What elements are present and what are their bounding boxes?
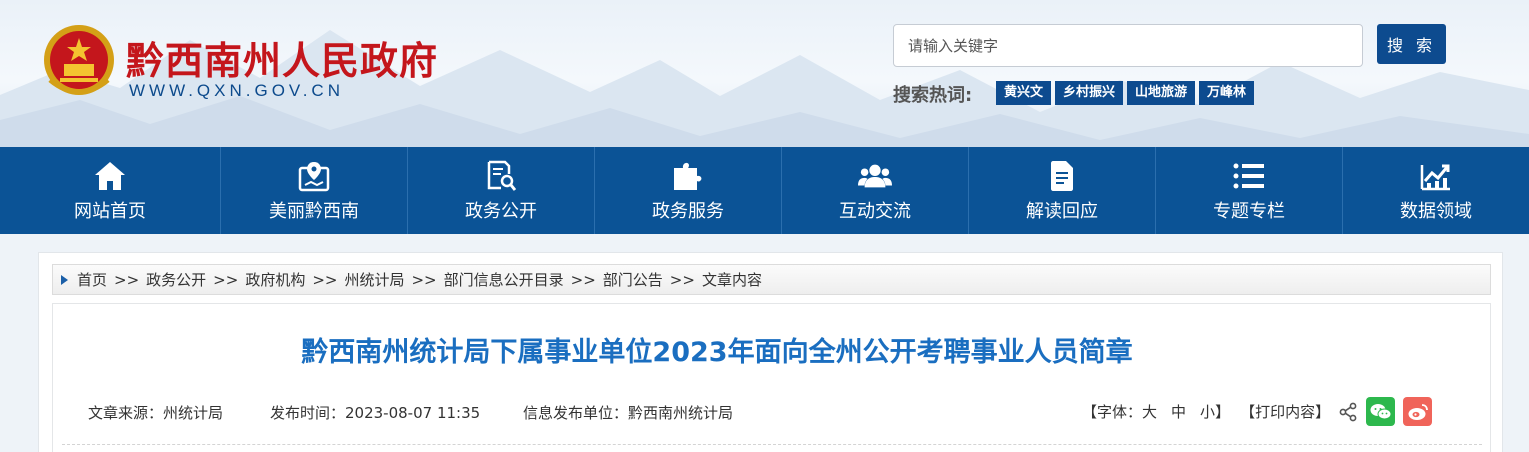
nav-label: 数据领域 xyxy=(1400,200,1472,222)
breadcrumb-link[interactable]: 政府机构 xyxy=(245,269,305,290)
breadcrumb-separator: >> xyxy=(411,270,437,289)
breadcrumb-separator: >> xyxy=(312,270,338,289)
nav-label: 网站首页 xyxy=(74,200,146,222)
home-icon xyxy=(93,159,127,193)
hot-words-label: 搜索热词: xyxy=(893,85,973,106)
nav-item-interpretation[interactable]: 解读回应 xyxy=(969,147,1156,234)
list-icon xyxy=(1232,159,1266,193)
nav-label: 互动交流 xyxy=(839,200,911,222)
font-size-label: 【字体： xyxy=(1082,403,1143,421)
breadcrumb-link[interactable]: 首页 xyxy=(77,269,107,290)
breadcrumb: 首页 >> 政务公开 >> 政府机构 >> 州统计局 >> 部门信息公开目录 >… xyxy=(52,264,1491,295)
site-url: WWW.QXN.GOV.CN xyxy=(129,81,344,100)
breadcrumb-link[interactable]: 州统计局 xyxy=(344,269,404,290)
nav-item-home[interactable]: 网站首页 xyxy=(0,147,221,234)
nav-label: 美丽黔西南 xyxy=(269,200,359,222)
print-button[interactable]: 【打印内容】 xyxy=(1240,401,1330,422)
breadcrumb-current[interactable]: 文章内容 xyxy=(702,269,762,290)
breadcrumb-link[interactable]: 部门公告 xyxy=(603,269,663,290)
nav-label: 政务服务 xyxy=(652,200,724,222)
hot-word-tag[interactable]: 山地旅游 xyxy=(1127,81,1196,105)
meta-divider xyxy=(62,444,1482,445)
font-size-small[interactable]: 小 xyxy=(1200,401,1215,422)
article-tools: 【字体： 大 中 小 】 【打印内容】 xyxy=(1082,397,1433,426)
site-header: 黔西南州人民政府 WWW.QXN.GOV.CN 搜 索 搜索热词: 黄兴文 乡村… xyxy=(0,0,1529,147)
nav-label: 解读回应 xyxy=(1026,200,1098,222)
puzzle-icon xyxy=(671,159,705,193)
nav-item-gov-service[interactable]: 政务服务 xyxy=(595,147,782,234)
search-input[interactable] xyxy=(893,24,1363,67)
nav-item-special-topics[interactable]: 专题专栏 xyxy=(1156,147,1343,234)
nav-item-beautiful-qxn[interactable]: 美丽黔西南 xyxy=(221,147,408,234)
nav-label: 专题专栏 xyxy=(1213,200,1285,222)
search-button[interactable]: 搜 索 xyxy=(1377,24,1446,64)
main-nav: 网站首页 美丽黔西南 政务公开 政务服务 互动交流 解读回应 专题专栏 数据领域 xyxy=(0,147,1529,234)
hot-word-tag[interactable]: 万峰林 xyxy=(1199,81,1255,105)
article-publish-time: 发布时间：2023-08-07 11:35 xyxy=(270,404,481,422)
article-title: 黔西南州统计局下属事业单位2023年面向全州公开考聘事业人员简章 xyxy=(301,337,1133,368)
site-name[interactable]: 黔西南州人民政府 xyxy=(126,30,438,85)
weibo-icon[interactable] xyxy=(1403,397,1433,426)
nav-item-data[interactable]: 数据领域 xyxy=(1343,147,1529,234)
breadcrumb-separator: >> xyxy=(213,270,239,289)
article-source: 文章来源：州统计局 xyxy=(88,404,224,422)
chart-icon xyxy=(1419,159,1453,193)
article-container xyxy=(52,303,1491,452)
breadcrumb-link[interactable]: 政务公开 xyxy=(146,269,206,290)
hot-word-tag[interactable]: 乡村振兴 xyxy=(1055,81,1124,105)
nav-item-interaction[interactable]: 互动交流 xyxy=(782,147,969,234)
hot-word-tag[interactable]: 黄兴文 xyxy=(996,81,1052,105)
font-size-close: 】 xyxy=(1215,403,1231,421)
font-size-large[interactable]: 大 xyxy=(1142,401,1157,422)
breadcrumb-link[interactable]: 部门信息公开目录 xyxy=(444,269,564,290)
document-search-icon xyxy=(484,159,518,193)
breadcrumb-separator: >> xyxy=(669,270,695,289)
file-icon xyxy=(1045,159,1079,193)
users-icon xyxy=(858,159,892,193)
font-size-medium[interactable]: 中 xyxy=(1171,401,1186,422)
map-pin-icon xyxy=(297,159,331,193)
hot-words-list: 黄兴文 乡村振兴 山地旅游 万峰林 xyxy=(996,81,1255,105)
nav-item-gov-open[interactable]: 政务公开 xyxy=(408,147,595,234)
breadcrumb-arrow-icon xyxy=(61,274,68,285)
breadcrumb-separator: >> xyxy=(570,270,596,289)
wechat-icon[interactable] xyxy=(1366,397,1396,426)
nav-label: 政务公开 xyxy=(465,200,537,222)
article-publisher: 信息发布单位：黔西南州统计局 xyxy=(523,404,734,422)
national-emblem-icon xyxy=(40,22,118,102)
breadcrumb-separator: >> xyxy=(114,270,140,289)
share-icon[interactable] xyxy=(1338,402,1358,422)
